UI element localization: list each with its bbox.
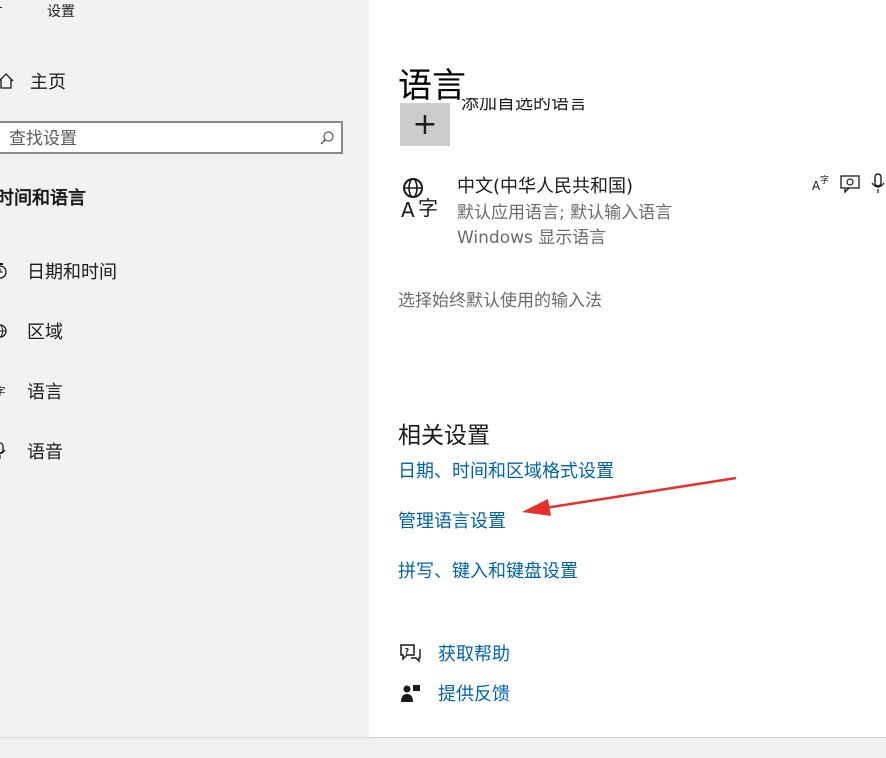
- sidebar-item-region[interactable]: 区域: [0, 316, 360, 346]
- sidebar: ─ 设置 主页 时间和语言 日期和时间 区域 字 语言 语音: [0, 0, 369, 737]
- language-detail-1: 默认应用语言; 默认输入语言: [457, 203, 673, 223]
- get-help-link[interactable]: ? 获取帮助: [398, 640, 510, 666]
- svg-text:?: ?: [405, 647, 410, 656]
- language-icon: 字: [0, 383, 10, 399]
- svg-text:字: 字: [418, 196, 438, 220]
- date-time-region-link[interactable]: 日期、时间和区域格式设置: [398, 457, 614, 483]
- page-title: 语言: [398, 66, 466, 106]
- taskbar-strip: [0, 737, 886, 758]
- search-icon[interactable]: [319, 130, 335, 146]
- sidebar-section-title: 时间和语言: [0, 188, 86, 209]
- sidebar-item-speech[interactable]: 语音: [0, 436, 360, 466]
- give-feedback-link[interactable]: 提供反馈: [398, 680, 510, 706]
- feedback-icon: [398, 681, 422, 705]
- sidebar-item-label: 语音: [27, 442, 63, 463]
- main-content: 语言 + 添加首选的语言 A 字 中文(中华人民共和国) 默认应用语言; 默认输…: [369, 0, 886, 737]
- search-input[interactable]: [7, 127, 311, 151]
- manage-language-settings-link[interactable]: 管理语言设置: [398, 507, 506, 533]
- sidebar-item-label: 区域: [27, 322, 63, 343]
- sidebar-item-label: 语言: [27, 382, 63, 403]
- language-detail-2: Windows 显示语言: [457, 228, 607, 248]
- help-chat-icon: ?: [398, 641, 422, 665]
- add-language-text: 添加首选的语言: [461, 98, 587, 112]
- spelling-typing-keyboard-link[interactable]: 拼写、键入和键盘设置: [398, 557, 578, 583]
- display-language-icon: A字: [811, 172, 833, 194]
- add-language-button[interactable]: +: [400, 103, 450, 146]
- sidebar-home-label: 主页: [30, 72, 66, 93]
- add-language-label[interactable]: 添加首选的语言: [461, 98, 587, 112]
- speech-bubble-icon: [839, 172, 861, 194]
- back-icon[interactable]: ─: [0, 2, 8, 16]
- related-settings-title: 相关设置: [398, 423, 490, 449]
- language-name[interactable]: 中文(中华人民共和国): [457, 172, 633, 198]
- sidebar-item-date-time[interactable]: 日期和时间: [0, 256, 360, 286]
- globe-icon: [0, 323, 10, 339]
- window-title: 设置: [47, 4, 75, 20]
- sidebar-item-label: 日期和时间: [27, 262, 117, 283]
- language-pack-icon: A 字: [400, 176, 444, 222]
- plus-icon: +: [412, 106, 438, 142]
- svg-text:字: 字: [820, 174, 829, 186]
- sidebar-item-language[interactable]: 字 语言: [0, 376, 360, 406]
- microphone-icon: [867, 172, 886, 194]
- search-box[interactable]: [0, 121, 343, 154]
- sidebar-home[interactable]: 主页: [0, 66, 360, 96]
- microphone-icon: [0, 442, 10, 460]
- get-help-label: 获取帮助: [438, 644, 510, 665]
- give-feedback-label: 提供反馈: [438, 684, 510, 705]
- home-icon: [0, 72, 18, 90]
- clock-icon: [0, 262, 10, 280]
- svg-text:A: A: [401, 198, 415, 220]
- default-ime-link[interactable]: 选择始终默认使用的输入法: [398, 286, 602, 311]
